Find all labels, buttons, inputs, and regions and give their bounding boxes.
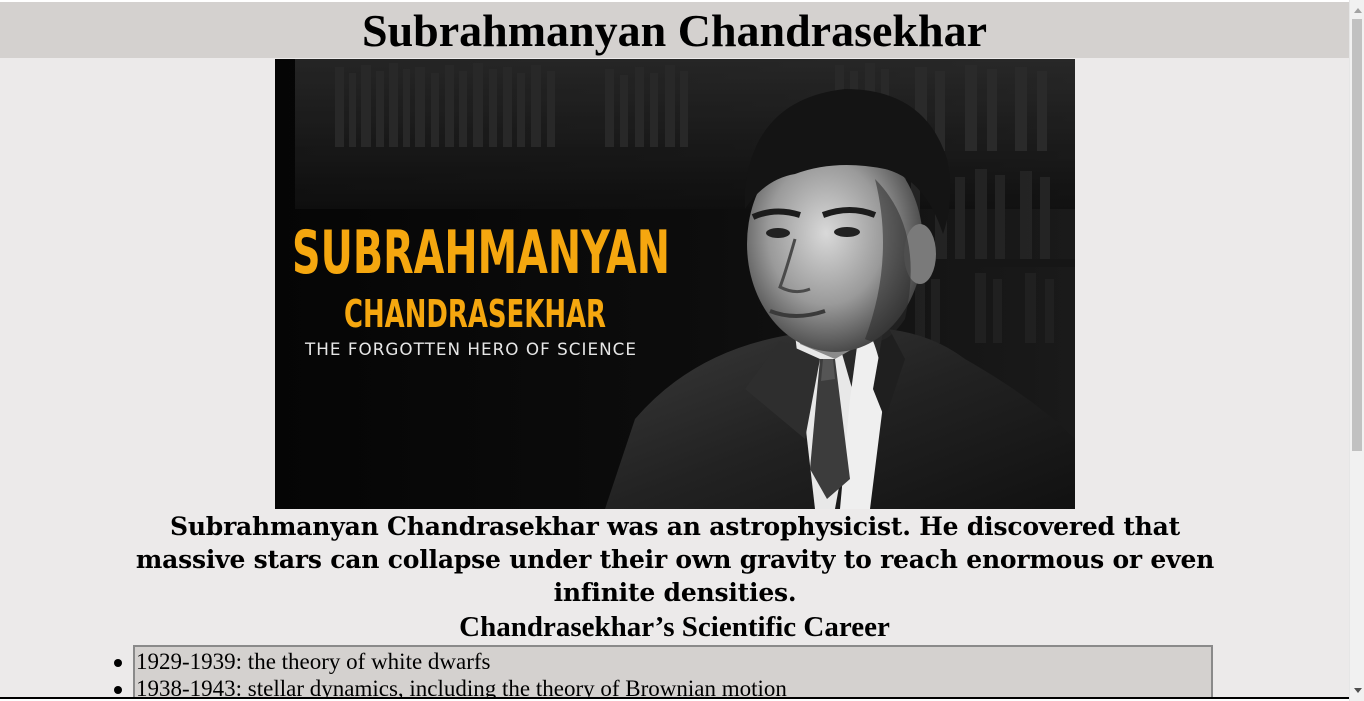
- career-heading: Chandrasekhar’s Scientific Career: [459, 611, 890, 643]
- bullet-icon: [114, 659, 122, 667]
- hero-image: SUBRAHMANYAN CHANDRASEKHAR THE FORGOTTEN…: [275, 59, 1075, 509]
- career-item-text: 1938-1943: stellar dynamics, including t…: [136, 676, 787, 699]
- career-list-box: 1929-1939: the theory of white dwarfs 19…: [114, 645, 1213, 699]
- hero-overlay-line2: CHANDRASEKHAR: [344, 292, 606, 336]
- title-bar: Subrahmanyan Chandrasekhar: [0, 2, 1349, 58]
- career-list-item: 1929-1939: the theory of white dwarfs: [114, 648, 1211, 675]
- career-list-item: 1938-1943: stellar dynamics, including t…: [114, 675, 1211, 699]
- page-title: Subrahmanyan Chandrasekhar: [361, 5, 988, 56]
- scroll-down-arrow-icon[interactable]: [1354, 688, 1362, 693]
- hero-overlay-line3: THE FORGOTTEN HERO OF SCIENCE: [304, 340, 637, 359]
- hero-overlay-line1: SUBRAHMANYAN: [292, 218, 670, 288]
- page-viewport: Subrahmanyan Chandrasekhar SUBRAHMANYAN …: [0, 2, 1349, 699]
- scrollbar-thumb[interactable]: [1352, 19, 1362, 451]
- intro-paragraph: Subrahmanyan Chandrasekhar was an astrop…: [135, 512, 1215, 607]
- scroll-up-arrow-icon[interactable]: [1354, 8, 1362, 13]
- viewport-bottom-border: [0, 697, 1349, 699]
- vertical-scrollbar[interactable]: [1349, 0, 1364, 701]
- career-list: 1929-1939: the theory of white dwarfs 19…: [114, 648, 1211, 699]
- hero-image-graphic: SUBRAHMANYAN CHANDRASEKHAR THE FORGOTTEN…: [275, 59, 1075, 509]
- career-item-text: 1929-1939: the theory of white dwarfs: [136, 649, 491, 674]
- bullet-icon: [114, 686, 122, 694]
